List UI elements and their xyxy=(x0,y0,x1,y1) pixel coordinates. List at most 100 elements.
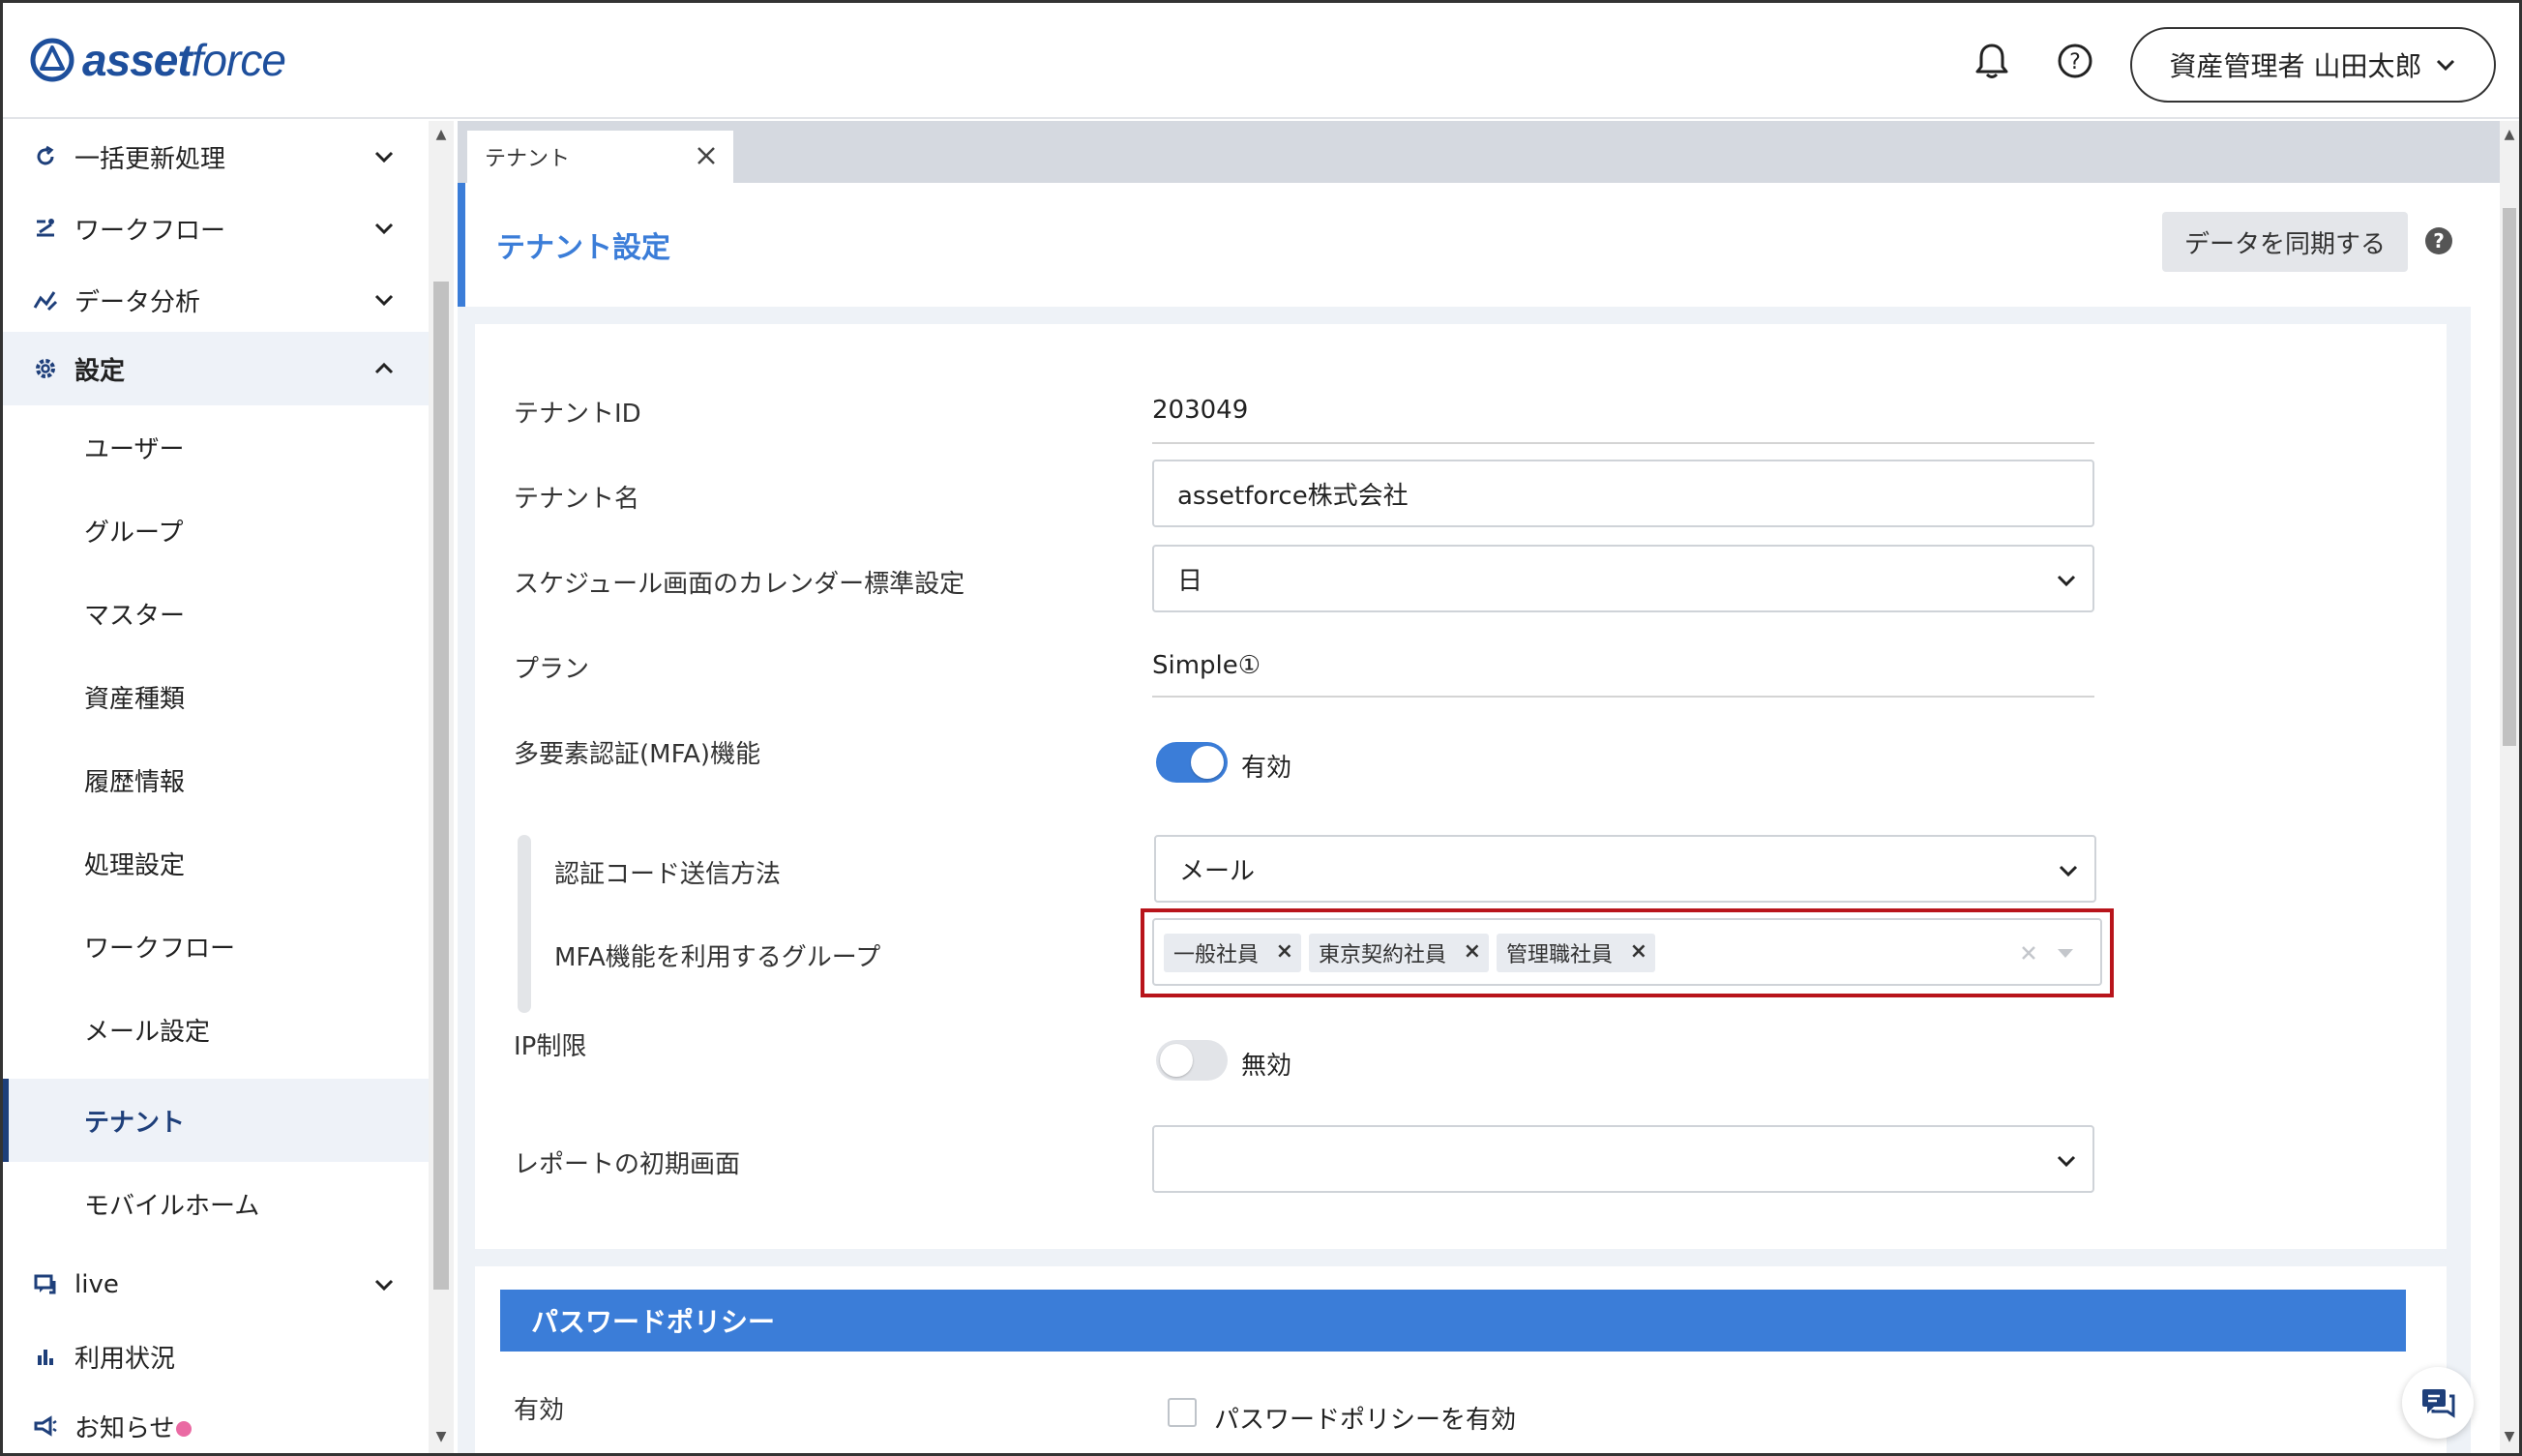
main-scrollbar[interactable]: ▲ ▼ xyxy=(2500,121,2519,1453)
notification-dot xyxy=(176,1421,193,1437)
scroll-down-arrow-icon[interactable]: ▼ xyxy=(2502,1429,2517,1444)
logo-icon xyxy=(30,38,74,82)
group-chip: 一般社員 × xyxy=(1164,934,1301,972)
sidebar-scroll-thumb[interactable] xyxy=(433,282,449,1290)
sidebar-item-data-analysis[interactable]: データ分析 xyxy=(3,266,429,334)
mfa-toggle[interactable] xyxy=(1156,742,1228,783)
sidebar-subitem-process-settings[interactable]: 処理設定 xyxy=(3,821,429,905)
tab-tenant[interactable]: テナント xyxy=(467,131,733,183)
sidebar-subitem-groups[interactable]: グループ xyxy=(3,489,429,572)
sidebar-subitem-master[interactable]: マスター xyxy=(3,572,429,655)
plan-value: Simple① xyxy=(1152,651,1261,680)
sidebar-subitem-asset-types[interactable]: 資産種類 xyxy=(3,655,429,738)
sidebar-item-label: ワークフロー xyxy=(74,216,226,246)
password-policy-checkbox[interactable] xyxy=(1168,1398,1197,1427)
group-chip: 東京契約社員 × xyxy=(1309,934,1489,972)
chevron-down-icon xyxy=(369,1269,400,1300)
tab-label: テナント xyxy=(485,147,571,171)
chevron-up-icon xyxy=(369,353,400,384)
megaphone-icon xyxy=(30,1411,61,1441)
svg-text:?: ? xyxy=(2069,50,2081,74)
report-initial-label: レポートの初期画面 xyxy=(514,1150,741,1179)
ip-limit-label: IP制限 xyxy=(514,1032,587,1061)
mfa-groups-multiselect[interactable]: 一般社員 × 東京契約社員 × 管理職社員 × xyxy=(1152,918,2102,986)
ip-limit-toggle[interactable] xyxy=(1156,1040,1228,1081)
sidebar-subitem-tenant[interactable]: テナント xyxy=(3,1079,429,1162)
calendar-default-select[interactable]: 日 xyxy=(1152,545,2094,612)
chevron-down-icon xyxy=(2059,865,2078,877)
sidebar-item-live[interactable]: live xyxy=(3,1251,429,1319)
divider xyxy=(1152,696,2094,698)
help-icon[interactable]: ? xyxy=(2423,225,2454,256)
chevron-down-icon xyxy=(369,141,400,172)
help-icon[interactable]: ? xyxy=(2052,38,2098,84)
sidebar-subitem-mail-settings[interactable]: メール設定 xyxy=(3,988,429,1071)
sidebar-item-usage[interactable]: 利用状況 xyxy=(3,1322,429,1390)
close-icon[interactable] xyxy=(695,144,718,167)
sidebar-subitem-users[interactable]: ユーザー xyxy=(3,405,429,489)
password-policy-card: パスワードポリシー 有効 パスワードポリシーを有効 xyxy=(475,1266,2447,1453)
workflow-icon xyxy=(30,213,61,244)
page-title: テナント設定 xyxy=(496,231,670,265)
tenant-name-input[interactable]: assetforce株式会社 xyxy=(1152,460,2094,527)
sidebar-item-label: 一括更新処理 xyxy=(74,144,226,174)
app-window: assetforce ? 資産管理者 山田太郎 一括更新処理 ワークフロー デー… xyxy=(0,0,2522,1456)
sidebar-item-label: 設定 xyxy=(74,356,126,386)
chip-remove-icon[interactable]: × xyxy=(1630,939,1647,964)
sidebar: 一括更新処理 ワークフロー データ分析 設定 ユーザー グループ マスター 資産… xyxy=(3,121,429,1453)
sidebar-item-label: 利用状況 xyxy=(74,1344,176,1374)
tenant-id-value: 203049 xyxy=(1152,396,1249,425)
scroll-up-arrow-icon[interactable]: ▲ xyxy=(433,127,449,142)
sidebar-item-label: お知らせ xyxy=(74,1409,193,1444)
scroll-down-arrow-icon[interactable]: ▼ xyxy=(433,1429,449,1444)
password-policy-header: パスワードポリシー xyxy=(500,1290,2406,1352)
sidebar-scrollbar[interactable]: ▲ ▼ xyxy=(429,121,454,1453)
chat-support-button[interactable] xyxy=(2402,1367,2474,1439)
auth-method-label: 認証コード送信方法 xyxy=(554,860,782,889)
sidebar-item-bulk-update[interactable]: 一括更新処理 xyxy=(3,123,429,191)
auth-method-select[interactable]: メール xyxy=(1154,835,2096,903)
main-content: テナント設定 データを同期する ? テナントID 203049 テナント名 as… xyxy=(458,183,2471,1453)
top-header: assetforce ? 資産管理者 山田太郎 xyxy=(3,3,2519,119)
chevron-down-icon xyxy=(2437,59,2455,72)
page-title-bar: テナント設定 データを同期する ? xyxy=(458,183,2471,307)
sidebar-subitem-workflow[interactable]: ワークフロー xyxy=(3,905,429,988)
password-policy-checkbox-label[interactable]: パスワードポリシーを有効 xyxy=(1214,1400,1516,1436)
sync-data-button[interactable]: データを同期する xyxy=(2162,212,2408,272)
analytics-icon xyxy=(30,284,61,315)
main-scroll-thumb[interactable] xyxy=(2503,208,2516,746)
refresh-icon xyxy=(30,141,61,172)
sidebar-subitem-mobile-home[interactable]: モバイルホーム xyxy=(3,1162,429,1245)
tenant-settings-card: テナントID 203049 テナント名 assetforce株式会社 スケジュー… xyxy=(475,324,2447,1249)
bar-chart-icon xyxy=(30,1341,61,1372)
dropdown-caret-icon[interactable] xyxy=(2056,947,2075,961)
plan-label: プラン xyxy=(514,655,590,684)
chat-icon xyxy=(30,1269,61,1300)
sidebar-item-settings[interactable]: 設定 xyxy=(3,332,429,405)
chip-remove-icon[interactable]: × xyxy=(1464,939,1481,964)
scroll-up-arrow-icon[interactable]: ▲ xyxy=(2502,127,2517,142)
mfa-groups-label: MFA機能を利用するグループ xyxy=(554,943,881,972)
clear-all-icon[interactable] xyxy=(2019,943,2038,963)
svg-text:?: ? xyxy=(2433,229,2445,253)
toggle-knob xyxy=(1191,746,1224,779)
chevron-down-icon xyxy=(369,284,400,315)
sidebar-subitem-history[interactable]: 履歴情報 xyxy=(3,738,429,821)
chevron-down-icon xyxy=(2057,575,2076,587)
mfa-label: 多要素認証(MFA)機能 xyxy=(514,740,761,769)
sidebar-item-label: live xyxy=(74,1270,119,1299)
tenant-name-label: テナント名 xyxy=(514,485,640,514)
brand-logo[interactable]: assetforce xyxy=(30,34,286,86)
toggle-knob xyxy=(1160,1044,1193,1077)
report-initial-select[interactable] xyxy=(1152,1125,2094,1193)
sidebar-item-news[interactable]: お知らせ xyxy=(3,1392,429,1453)
password-policy-enabled-label: 有効 xyxy=(514,1396,565,1425)
tenant-id-label: テナントID xyxy=(514,400,641,429)
chip-remove-icon[interactable]: × xyxy=(1276,939,1293,964)
bell-icon[interactable] xyxy=(1969,38,2015,84)
gear-icon xyxy=(30,353,61,384)
sidebar-item-workflow[interactable]: ワークフロー xyxy=(3,194,429,262)
user-menu-button[interactable]: 資産管理者 山田太郎 xyxy=(2130,27,2496,103)
logo-text: assetforce xyxy=(82,35,286,85)
calendar-default-label: スケジュール画面のカレンダー標準設定 xyxy=(514,570,965,599)
